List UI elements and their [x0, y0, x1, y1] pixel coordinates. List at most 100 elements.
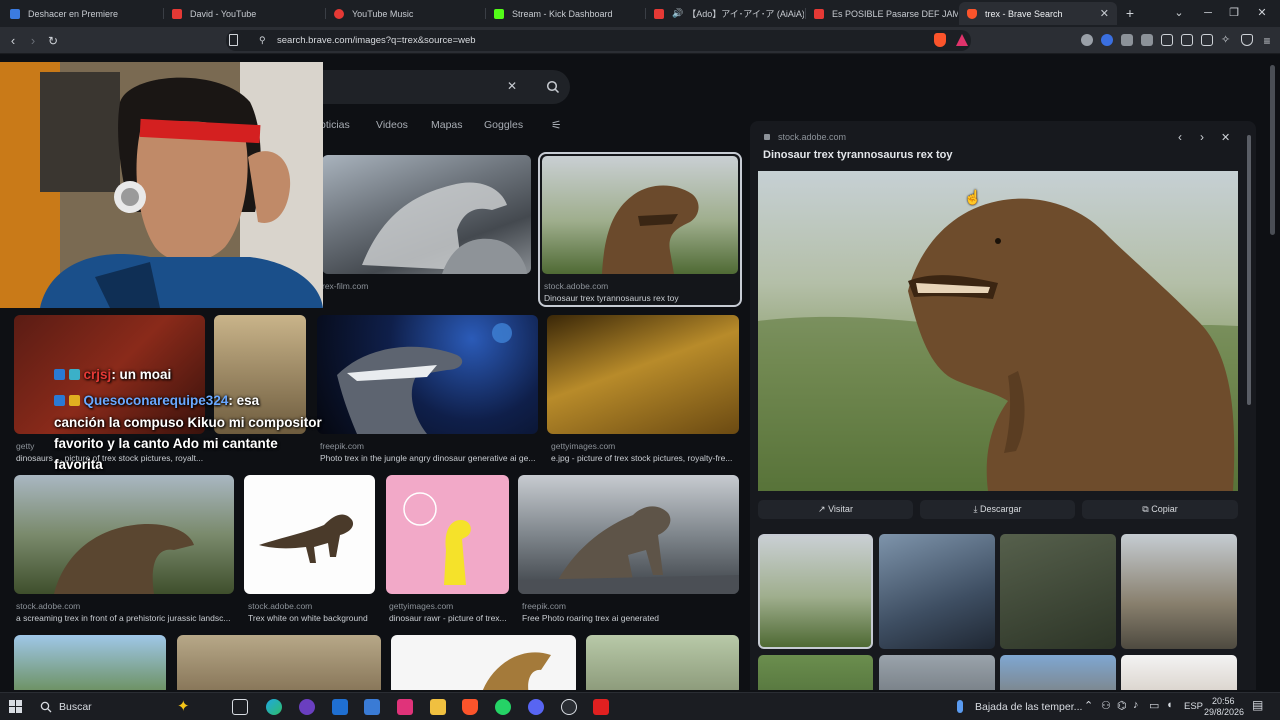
- related-image[interactable]: [879, 655, 995, 690]
- related-image[interactable]: [1121, 534, 1237, 649]
- close-window-button[interactable]: ✕: [1251, 4, 1273, 22]
- tab-youtube-music[interactable]: YouTube Music: [326, 2, 484, 25]
- related-image[interactable]: [1000, 655, 1116, 690]
- result-image-trex-toy-white[interactable]: [391, 635, 576, 690]
- result-card-selected[interactable]: stock.adobe.com Dinosaur trex tyrannosau…: [538, 152, 742, 307]
- result-image-trex-space[interactable]: [317, 315, 538, 434]
- address-bar[interactable]: ⚲ search.brave.com/images?q=trex&source=…: [226, 30, 971, 51]
- tab-deshacer-premiere[interactable]: Deshacer en Premiere: [2, 2, 162, 25]
- windows-start-icon[interactable]: [9, 700, 22, 713]
- tab-trex-brave-search[interactable]: trex - Brave Search ✕: [959, 2, 1117, 25]
- result-source[interactable]: gettyimages.com: [389, 601, 453, 611]
- preview-title[interactable]: Dinosaur trex tyrannosaurus rex toy: [763, 149, 953, 161]
- visit-button[interactable]: ↗ Visitar: [758, 500, 913, 519]
- brave-rewards-icon[interactable]: [956, 34, 968, 46]
- result-image-dino-strip[interactable]: [586, 635, 739, 690]
- app-icon[interactable]: [593, 699, 609, 715]
- result-title[interactable]: dinosaur rawr - picture of trex...: [389, 613, 511, 623]
- result-image-trex-toy[interactable]: [542, 156, 738, 274]
- sidebar-icon[interactable]: [1181, 34, 1193, 46]
- brave-shields-icon[interactable]: [934, 33, 946, 47]
- whatsapp-icon[interactable]: [495, 699, 511, 715]
- result-source[interactable]: stock.adobe.com: [16, 601, 80, 611]
- url-text[interactable]: search.brave.com/images?q=trex&source=we…: [277, 35, 476, 46]
- tab-ado-aiaia[interactable]: 🔊 【Ado】アイ･アイ･ア (AiAiA) - Yo: [646, 2, 804, 25]
- result-title[interactable]: Photo trex in the jungle angry dinosaur …: [320, 453, 538, 463]
- reload-icon[interactable]: ↻: [44, 32, 62, 50]
- edge-icon[interactable]: [266, 699, 282, 715]
- result-source[interactable]: stock.adobe.com: [544, 281, 608, 291]
- tab-kick-dashboard[interactable]: Stream - Kick Dashboard: [486, 2, 644, 25]
- app-icon[interactable]: [299, 699, 315, 715]
- result-image-fossil[interactable]: [177, 635, 381, 690]
- result-title[interactable]: e.jpg - picture of trex stock pictures, …: [551, 453, 739, 463]
- result-image-trex-pink[interactable]: [386, 475, 509, 594]
- site-info-icon[interactable]: ⚲: [259, 35, 266, 46]
- result-image-trex-jurassic[interactable]: [14, 475, 234, 594]
- tab-mapas[interactable]: Mapas: [431, 119, 463, 131]
- result-source[interactable]: freepik.com: [320, 441, 364, 451]
- restore-button[interactable]: ❐: [1223, 4, 1245, 22]
- result-source[interactable]: gettyimages.com: [551, 441, 615, 451]
- new-tab-button[interactable]: +: [1119, 4, 1141, 22]
- result-image-trex-roaring[interactable]: [518, 475, 739, 594]
- close-tab-icon[interactable]: ✕: [1100, 7, 1109, 20]
- wallet-icon[interactable]: [1201, 34, 1213, 46]
- search-icon[interactable]: [546, 80, 560, 94]
- tray-chevron-icon[interactable]: ⌃: [1084, 699, 1093, 712]
- panel-scrollbar[interactable]: [1247, 135, 1251, 405]
- result-source[interactable]: stock.adobe.com: [248, 601, 312, 611]
- tab-videos[interactable]: Videos: [376, 119, 408, 131]
- tab-share-icon[interactable]: [1161, 34, 1173, 46]
- tab-goggles[interactable]: Goggles: [484, 119, 523, 131]
- vpn-shield-icon[interactable]: [1241, 34, 1253, 46]
- bookmark-icon[interactable]: [229, 34, 238, 46]
- puzzle-icon[interactable]: [1141, 34, 1153, 46]
- related-image[interactable]: [1121, 655, 1237, 690]
- discord-icon[interactable]: [528, 699, 544, 715]
- taskbar-search[interactable]: Buscar ✦: [32, 696, 212, 718]
- prev-image-icon[interactable]: ‹: [1178, 130, 1182, 144]
- extension-icon[interactable]: [1101, 34, 1113, 46]
- chat-username[interactable]: Quesoconarequipe324: [84, 393, 229, 408]
- leo-ai-icon[interactable]: ✧: [1221, 34, 1233, 46]
- related-image[interactable]: [1000, 534, 1116, 649]
- result-image-park[interactable]: [14, 635, 166, 690]
- copy-button[interactable]: ⧉ Copiar: [1082, 500, 1238, 519]
- clock-date[interactable]: 29/8/2026: [1204, 707, 1244, 717]
- forward-icon[interactable]: ›: [24, 32, 42, 50]
- file-explorer-icon[interactable]: [430, 699, 446, 715]
- result-title[interactable]: Free Photo roaring trex ai generated: [522, 613, 739, 623]
- result-image-trex-museum[interactable]: [547, 315, 739, 434]
- obs-icon[interactable]: [561, 699, 577, 715]
- filters-icon[interactable]: ⚟: [551, 118, 562, 132]
- microphone-icon[interactable]: ♪: [1133, 699, 1139, 711]
- preview-image[interactable]: ☝: [758, 171, 1238, 491]
- result-title[interactable]: Dinosaur trex tyrannosaurus rex toy: [544, 293, 739, 303]
- result-source[interactable]: freepik.com: [522, 601, 566, 611]
- back-icon[interactable]: ‹: [4, 32, 22, 50]
- page-scrollbar[interactable]: [1270, 65, 1275, 235]
- weather-text[interactable]: Bajada de las temper...: [975, 701, 1082, 713]
- task-view-icon[interactable]: [232, 699, 248, 715]
- app-icon[interactable]: [397, 699, 413, 715]
- minimize-button[interactable]: ─: [1197, 4, 1219, 22]
- tray-icon[interactable]: ⚇: [1101, 699, 1111, 712]
- tab-def-jam[interactable]: Es POSIBLE Pasarse DEF JAM de la P: [806, 2, 958, 25]
- clear-search-icon[interactable]: ✕: [507, 79, 517, 93]
- menu-icon[interactable]: ≡: [1258, 32, 1276, 50]
- network-icon[interactable]: ⌬: [1117, 699, 1127, 712]
- volume-icon[interactable]: ◖: [1166, 699, 1173, 711]
- store-icon[interactable]: [364, 699, 380, 715]
- close-preview-icon[interactable]: ✕: [1221, 131, 1230, 144]
- brave-icon[interactable]: [462, 699, 478, 715]
- extension-icon[interactable]: [1081, 34, 1093, 46]
- result-image-trex-white[interactable]: [244, 475, 375, 594]
- battery-icon[interactable]: ▭: [1149, 699, 1159, 712]
- result-source[interactable]: rex-film.com: [322, 281, 368, 291]
- chat-username[interactable]: crjsj: [84, 367, 112, 382]
- result-source[interactable]: getty: [16, 441, 34, 451]
- related-image-selected[interactable]: [758, 534, 873, 649]
- language-indicator[interactable]: ESP: [1184, 701, 1203, 712]
- clock-time[interactable]: 20:56: [1212, 696, 1235, 706]
